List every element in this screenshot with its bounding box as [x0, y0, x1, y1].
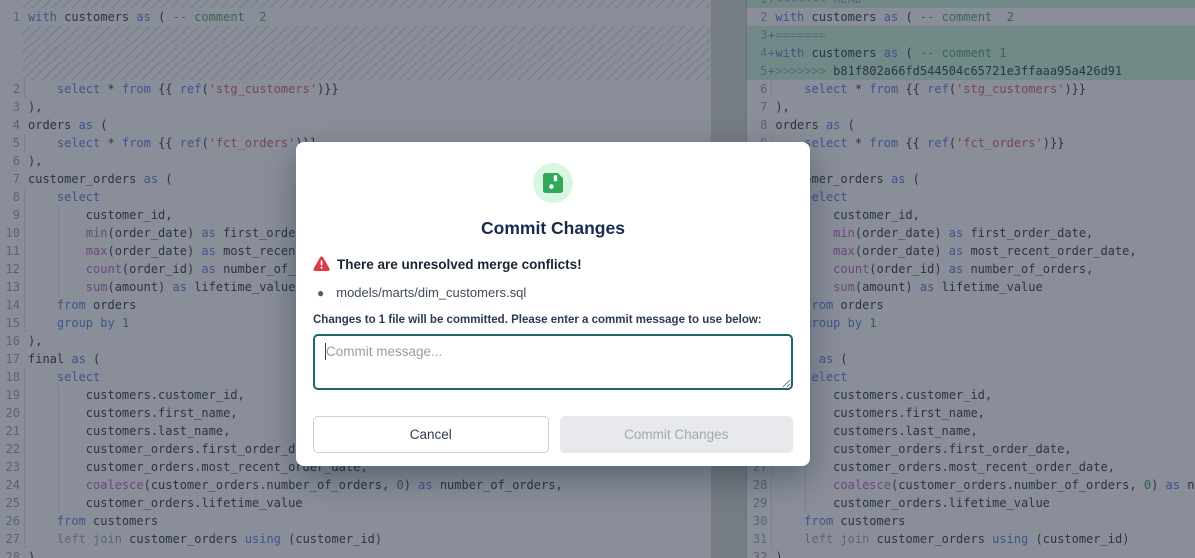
conflict-file-list: ● models/marts/dim_customers.sql — [313, 285, 793, 300]
modal-actions: Cancel Commit Changes — [313, 416, 793, 453]
commit-changes-modal: Commit Changes There are unresolved merg… — [296, 142, 810, 466]
commit-changes-button[interactable]: Commit Changes — [560, 416, 794, 453]
bullet-icon: ● — [317, 286, 324, 300]
conflict-file-item: ● models/marts/dim_customers.sql — [313, 285, 793, 300]
conflict-file-path: models/marts/dim_customers.sql — [336, 285, 526, 300]
commit-message-field-wrap — [313, 334, 793, 390]
ide-diff-screen: 1 with customers as ( -- comment 22 sele… — [0, 0, 1195, 558]
commit-instruction: Changes to 1 file will be committed. Ple… — [313, 314, 793, 326]
warning-text: There are unresolved merge conflicts! — [337, 257, 582, 272]
modal-title: Commit Changes — [313, 218, 793, 239]
floppy-disk-icon — [543, 173, 563, 193]
merge-conflict-warning: There are unresolved merge conflicts! — [313, 256, 793, 272]
warning-triangle-icon — [313, 256, 330, 272]
cancel-button[interactable]: Cancel — [313, 416, 549, 453]
commit-message-input[interactable] — [313, 334, 793, 390]
text-cursor — [325, 343, 326, 360]
save-icon-circle — [533, 163, 573, 203]
